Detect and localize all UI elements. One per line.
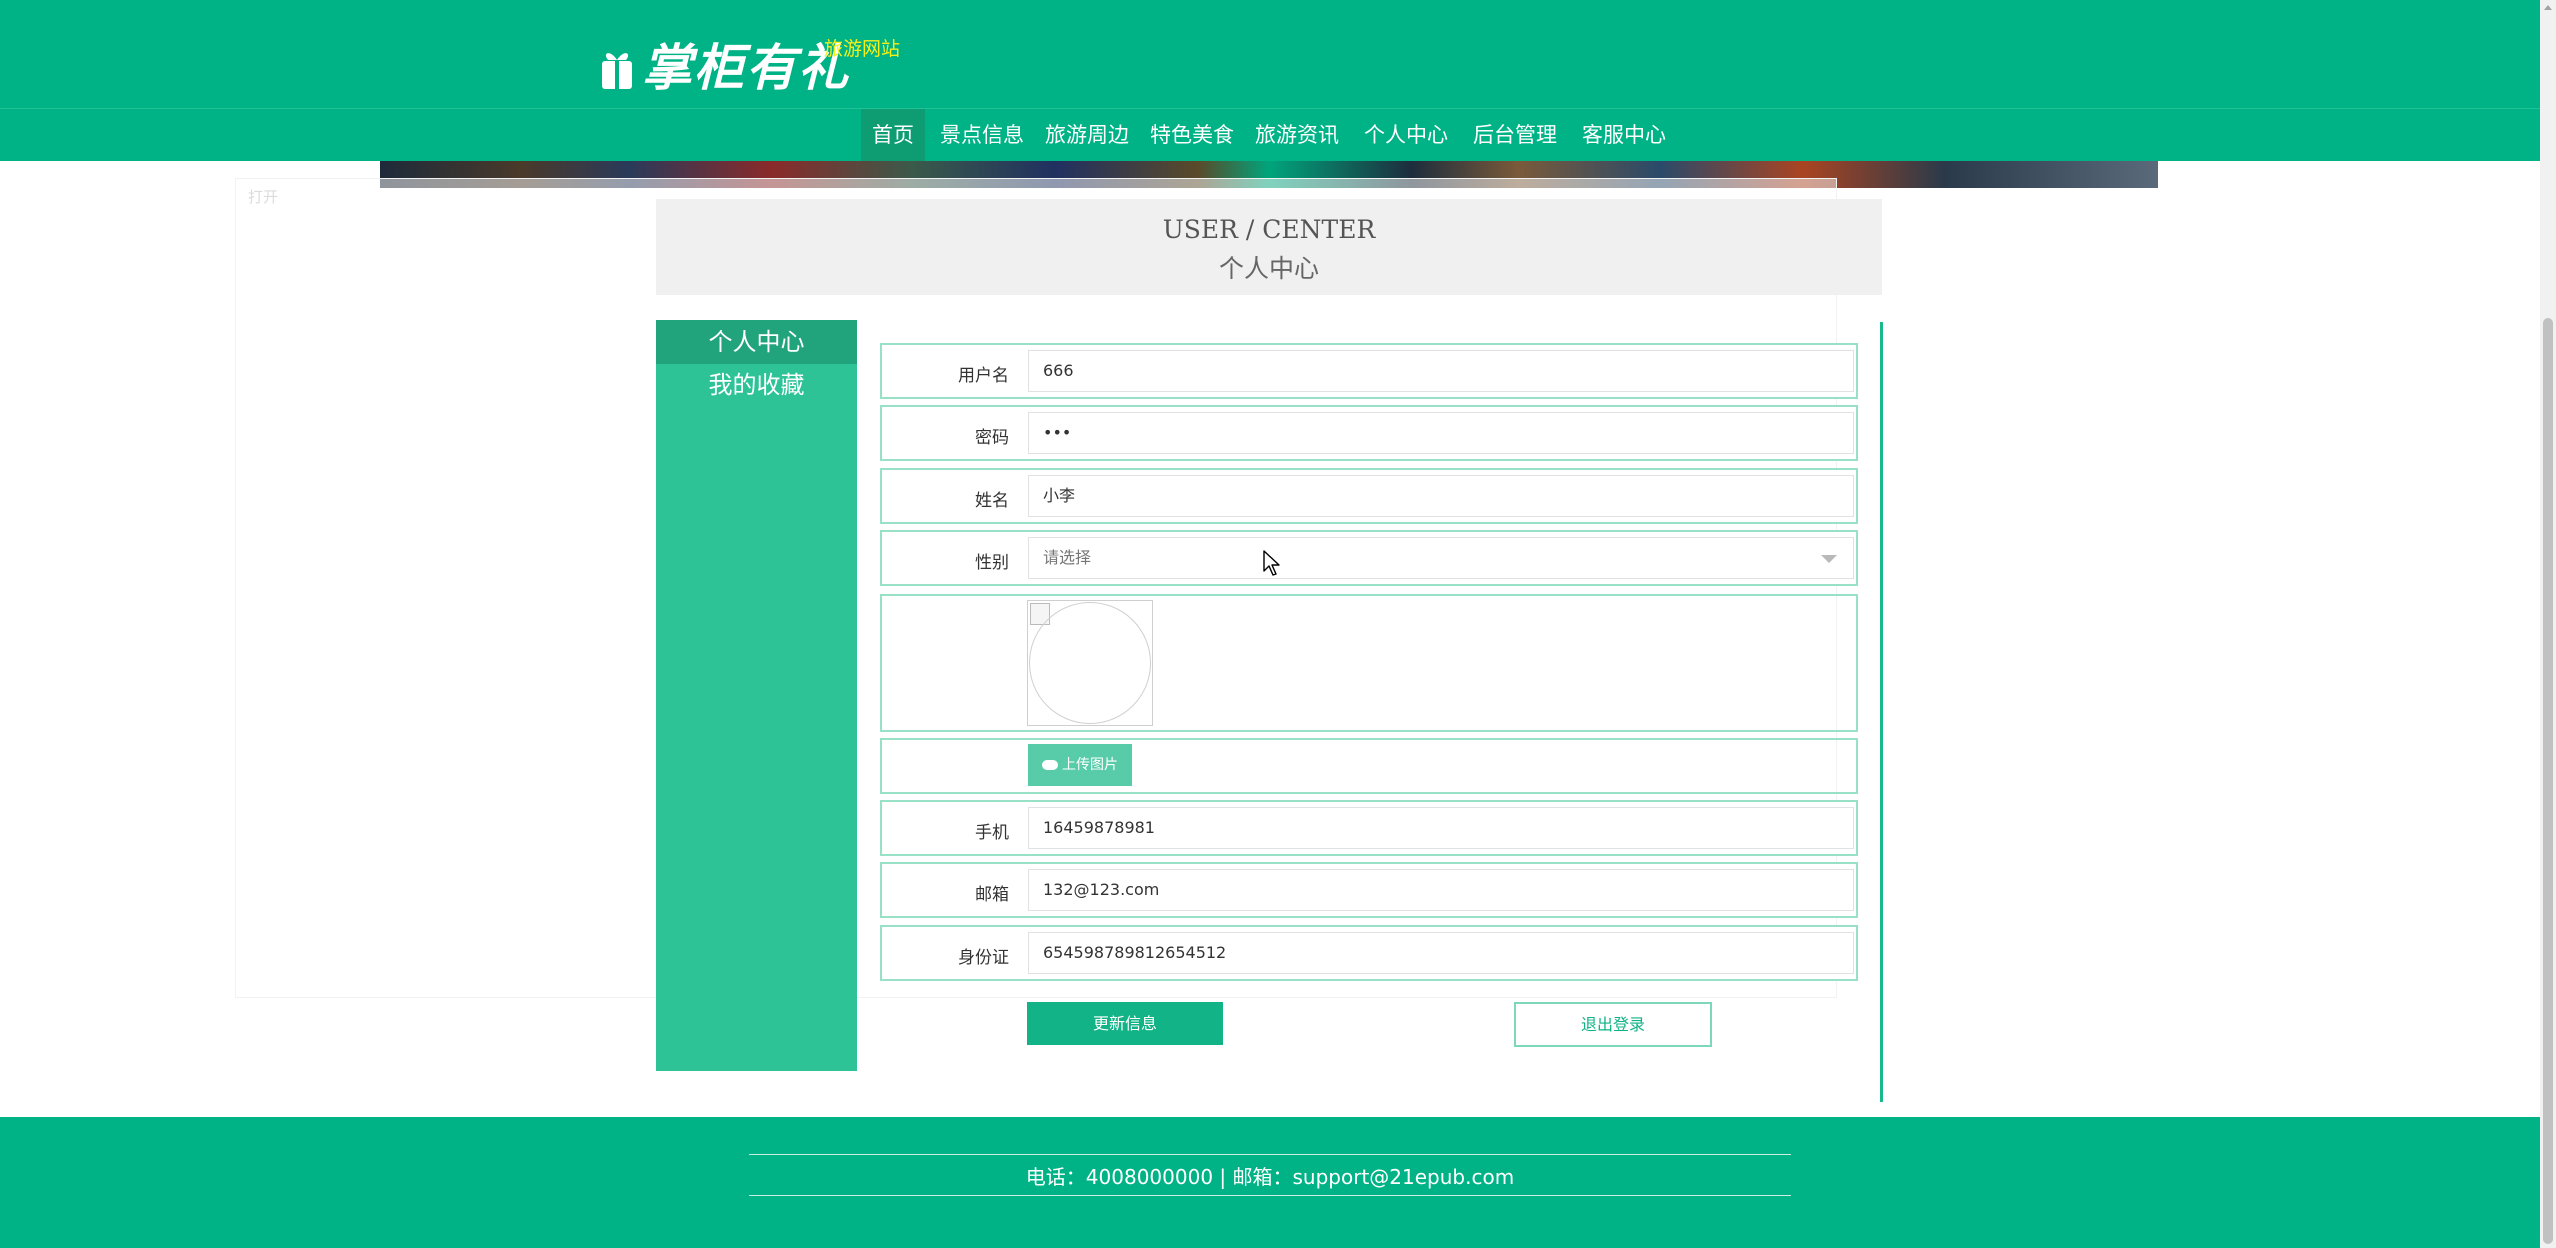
name-row: 姓名 小李 [880, 468, 1858, 524]
user-sidebar: 个人中心 我的收藏 [656, 320, 857, 1071]
phone-label: 手机 [975, 823, 1009, 843]
site-logo[interactable]: 掌柜有礼 [600, 28, 850, 100]
idcard-row: 身份证 654598789812654512 [880, 925, 1858, 981]
upload-row: 上传图片 [880, 738, 1858, 794]
gender-placeholder: 请选择 [1043, 548, 1092, 567]
nav-item-user-center[interactable]: 个人中心 [1362, 109, 1450, 162]
nav-item-surroundings[interactable]: 旅游周边 [1043, 109, 1131, 162]
update-info-button[interactable]: 更新信息 [1027, 1002, 1223, 1045]
gender-select[interactable]: 请选择 [1028, 537, 1854, 579]
gift-icon [602, 53, 632, 89]
email-row: 邮箱 132@123.com [880, 862, 1858, 918]
footer-contact: 电话：4008000000 | 邮箱：support@21epub.com [1025, 1165, 1515, 1189]
password-label: 密码 [975, 428, 1009, 448]
mouse-cursor-icon [1263, 550, 1280, 576]
idcard-label: 身份证 [958, 948, 1009, 968]
cloud-upload-icon [1042, 760, 1058, 770]
page-title: USER / CENTER 个人中心 [656, 199, 1882, 295]
upload-image-button[interactable]: 上传图片 [1028, 744, 1132, 786]
avatar-row [880, 594, 1858, 732]
scroll-up-icon[interactable] [2544, 5, 2552, 10]
nav-item-service[interactable]: 客服中心 [1580, 109, 1668, 162]
site-subtitle: 旅游网站 [824, 38, 901, 60]
site-header: 掌柜有礼 旅游网站 [0, 0, 2540, 108]
main-nav: 首页 景点信息 旅游周边 特色美食 旅游资讯 个人中心 后台管理 客服中心 [0, 108, 2540, 162]
password-row: 密码 ••• [880, 405, 1858, 461]
phone-row: 手机 16459878981 [880, 800, 1858, 856]
site-footer: 电话：4008000000 | 邮箱：support@21epub.com [0, 1117, 2540, 1248]
logo-text: 掌柜有礼 [642, 38, 850, 97]
sidebar-item-user-center[interactable]: 个人中心 [656, 320, 857, 364]
avatar-circle [1029, 602, 1151, 724]
gender-row: 性别 请选择 [880, 530, 1858, 586]
gender-label: 性别 [975, 553, 1009, 573]
footer-divider-top [749, 1154, 1791, 1155]
chevron-down-icon [1821, 555, 1837, 563]
scrollbar-thumb[interactable] [2543, 318, 2553, 1244]
email-input[interactable]: 132@123.com [1028, 869, 1854, 911]
upload-image-label: 上传图片 [1062, 757, 1118, 773]
page-title-cn: 个人中心 [1218, 254, 1319, 283]
username-row: 用户名 666 [880, 343, 1858, 399]
email-label: 邮箱 [975, 885, 1009, 905]
page-title-en: USER / CENTER [1162, 215, 1376, 244]
phone-input[interactable]: 16459878981 [1028, 807, 1854, 849]
avatar [1027, 600, 1153, 726]
overlay-label: 打开 [248, 188, 279, 206]
name-input[interactable]: 小李 [1028, 475, 1854, 517]
nav-item-attractions[interactable]: 景点信息 [938, 109, 1026, 162]
page-scrollbar[interactable] [2540, 0, 2556, 1248]
logout-button[interactable]: 退出登录 [1514, 1002, 1712, 1047]
nav-item-news[interactable]: 旅游资讯 [1253, 109, 1341, 162]
sidebar-item-favorites[interactable]: 我的收藏 [656, 363, 857, 407]
footer-divider-bottom [749, 1195, 1791, 1196]
username-input[interactable]: 666 [1028, 350, 1854, 392]
username-label: 用户名 [958, 366, 1009, 386]
nav-item-admin[interactable]: 后台管理 [1471, 109, 1559, 162]
nav-item-home[interactable]: 首页 [861, 109, 925, 162]
content-divider [1880, 322, 1883, 1102]
name-label: 姓名 [975, 491, 1009, 511]
nav-item-food[interactable]: 特色美食 [1148, 109, 1236, 162]
idcard-input[interactable]: 654598789812654512 [1028, 932, 1854, 974]
password-input[interactable]: ••• [1028, 412, 1854, 454]
